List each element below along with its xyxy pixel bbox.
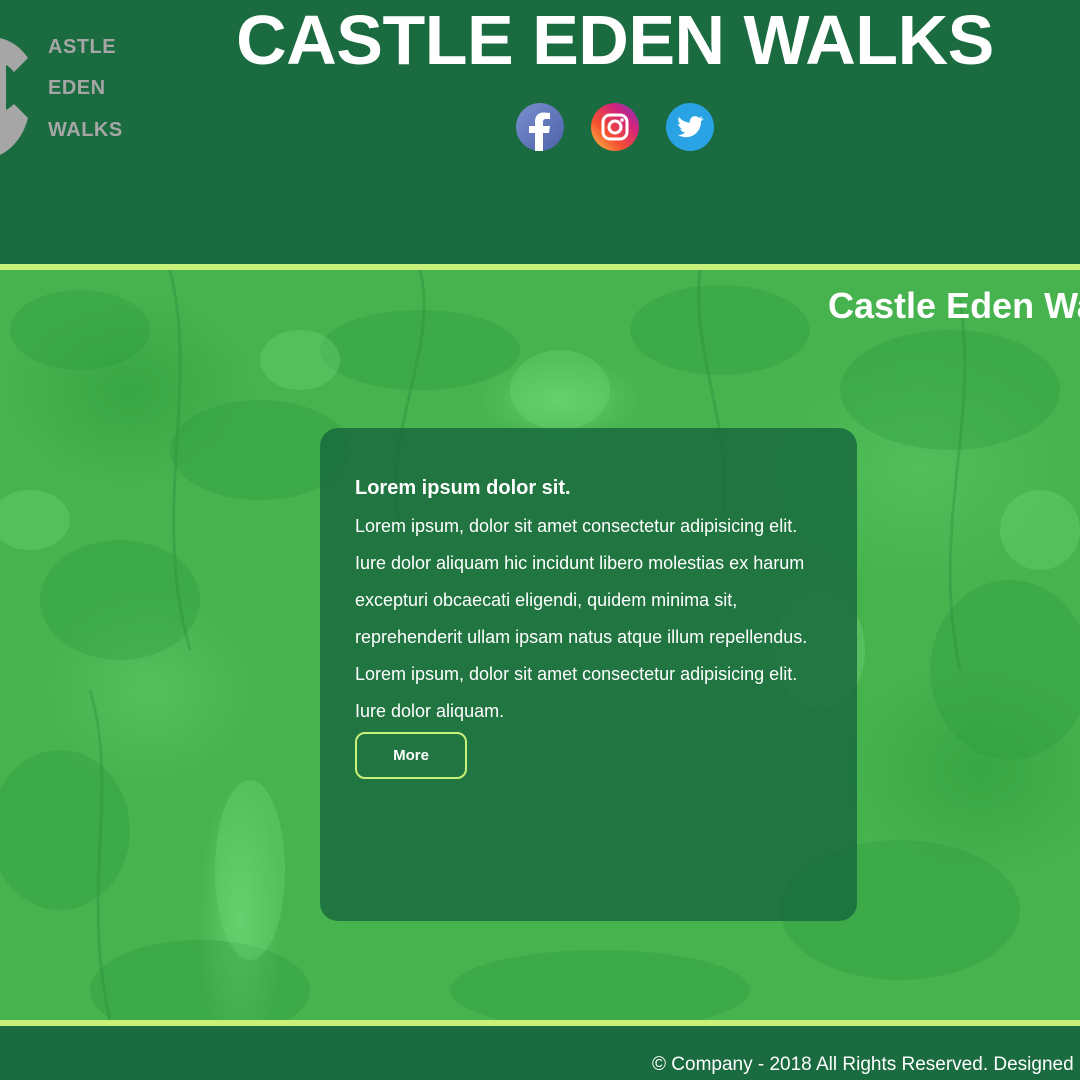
site-footer: © Company - 2018 All Rights Reserved. De… bbox=[0, 1026, 1080, 1080]
site-title: CASTLE EDEN WALKS bbox=[236, 1, 994, 79]
facebook-icon[interactable] bbox=[516, 103, 564, 151]
twitter-icon[interactable] bbox=[666, 103, 714, 151]
intro-card: Lorem ipsum dolor sit. Lorem ipsum, dolo… bbox=[320, 428, 857, 921]
card-paragraph: Lorem ipsum, dolor sit amet consectetur … bbox=[355, 516, 808, 647]
more-button[interactable]: More bbox=[355, 732, 467, 779]
hero-heading: Castle Eden Walks bbox=[828, 285, 1080, 326]
card-title: Lorem ipsum dolor sit. bbox=[355, 477, 571, 499]
hero-section: Castle Eden Walks Lorem ipsum dolor sit.… bbox=[0, 270, 1080, 1020]
site-header: ASTLE EDEN WALKS CASTLE EDEN WALKS bbox=[0, 0, 1080, 264]
instagram-icon[interactable] bbox=[591, 103, 639, 151]
social-links bbox=[516, 103, 714, 151]
card-paragraph: Lorem ipsum, dolor sit amet consectetur … bbox=[355, 664, 798, 721]
logo-text-line: EDEN bbox=[48, 77, 106, 99]
copyright-text: © Company - 2018 All Rights Reserved. De… bbox=[652, 1054, 1080, 1075]
logo-text-line: WALKS bbox=[48, 119, 123, 141]
